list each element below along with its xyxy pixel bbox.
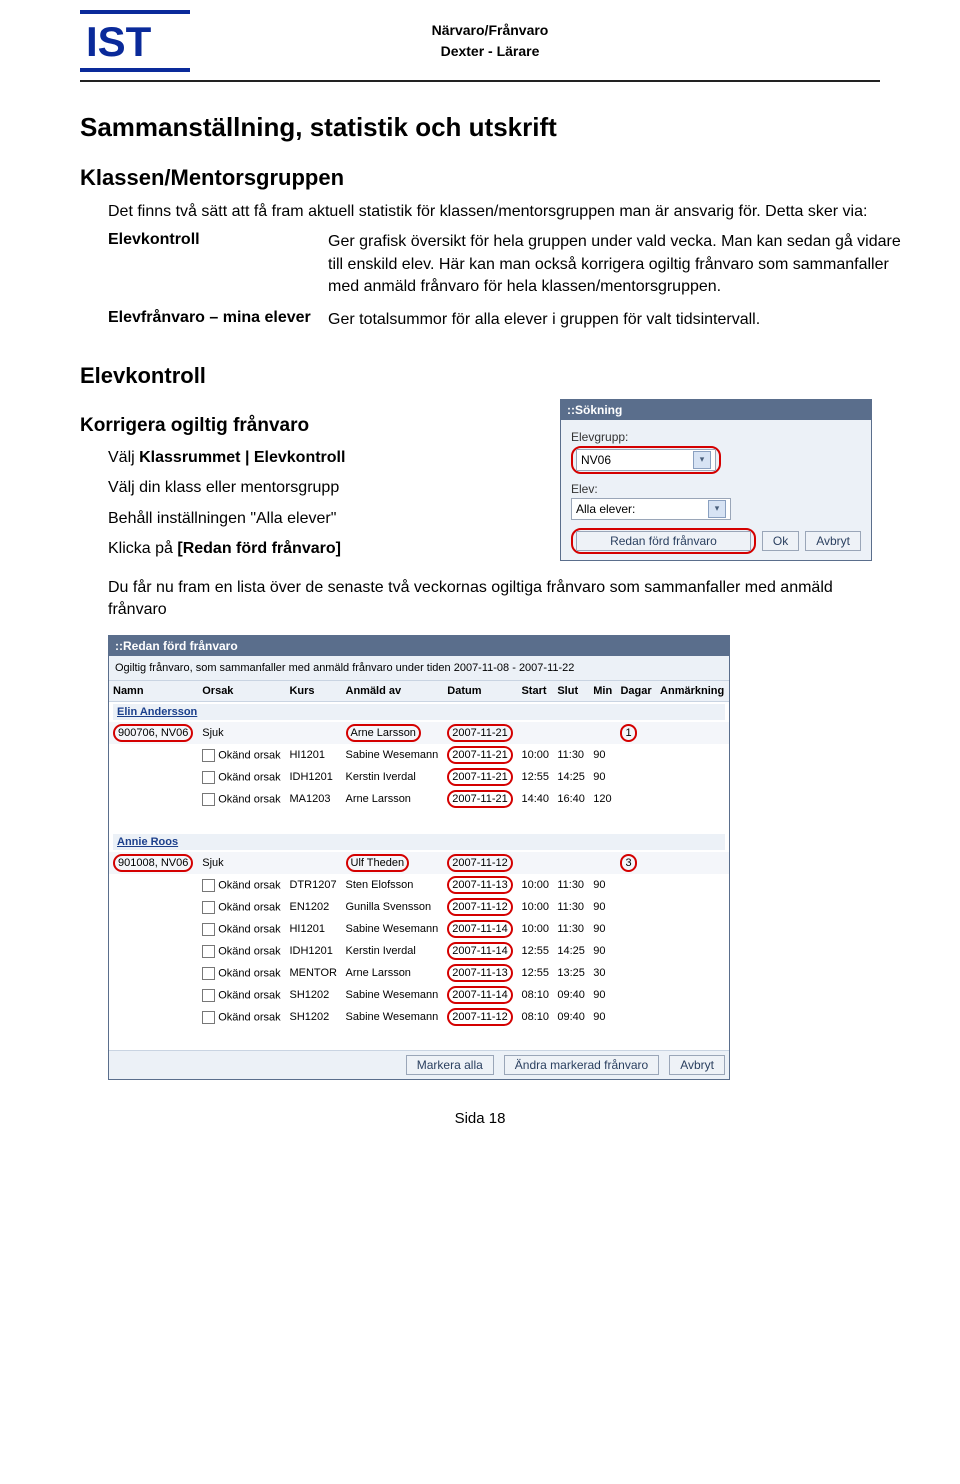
col-slut: Slut (553, 681, 589, 702)
row-checkbox[interactable] (202, 793, 215, 806)
label-elevgrupp: Elevgrupp: (571, 430, 861, 444)
h2-klassen: Klassen/Mentorsgruppen (80, 165, 880, 191)
col-namn: Namn (109, 681, 198, 702)
h2-elevkontroll: Elevkontroll (80, 363, 880, 389)
absence-summary-row: 900706, NV06SjukArne Larsson2007-11-211 (109, 722, 729, 744)
chevron-down-icon: ▾ (708, 500, 726, 518)
desc-elevfranvaro: Ger totalsummor för alla elever i gruppe… (328, 309, 908, 341)
table-row: Okänd orsakSH1202Sabine Wesemann2007-11-… (109, 1006, 729, 1028)
table-row: Okänd orsakSH1202Sabine Wesemann2007-11-… (109, 984, 729, 1006)
row-checkbox[interactable] (202, 945, 215, 958)
page-number: Sida 18 (80, 1110, 880, 1127)
page-header: IST Närvaro/Frånvaro Dexter - Lärare (80, 10, 880, 82)
h3-korrigera: Korrigera ogiltig frånvaro (80, 415, 542, 437)
btn-avbryt-panel[interactable]: Avbryt (669, 1055, 725, 1075)
step-3: Behåll inställningen "Alla elever" (108, 508, 542, 530)
table-row: Okänd orsakDTR1207Sten Elofsson2007-11-1… (109, 874, 729, 896)
row-checkbox[interactable] (202, 923, 215, 936)
table-franvaro: NamnOrsakKursAnmäld avDatumStartSlutMinD… (109, 680, 729, 1050)
student-link[interactable]: Annie Roos (113, 834, 725, 850)
col-datum: Datum (443, 681, 517, 702)
col-min: Min (589, 681, 616, 702)
row-checkbox[interactable] (202, 879, 215, 892)
table-row: Okänd orsakIDH1201Kerstin Iverdal2007-11… (109, 766, 729, 788)
table-row: Okänd orsakIDH1201Kerstin Iverdal2007-11… (109, 940, 729, 962)
panel-sokning: ::Sökning Elevgrupp: NV06 ▾ Elev: Alla e… (560, 399, 872, 561)
table-row: Okänd orsakMENTORArne Larsson2007-11-131… (109, 962, 729, 984)
step-1: Välj Klassrummet | Elevkontroll (108, 447, 542, 469)
student-link[interactable]: Elin Andersson (113, 704, 725, 720)
term-elevfranvaro: Elevfrånvaro – mina elever (108, 309, 328, 341)
header-title-1: Närvaro/Frånvaro (210, 20, 770, 41)
logo-ist: IST (80, 10, 190, 72)
svg-text:IST: IST (86, 18, 152, 65)
panel-redan-ford: ::Redan förd frånvaro Ogiltig frånvaro, … (108, 635, 730, 1080)
h1-main: Sammanställning, statistik och utskrift (80, 112, 880, 143)
col-orsak: Orsak (198, 681, 285, 702)
panel-redan-title: ::Redan förd frånvaro (109, 636, 729, 656)
absence-summary-row: 901008, NV06SjukUlf Theden2007-11-123 (109, 852, 729, 874)
header-title-2: Dexter - Lärare (210, 41, 770, 62)
col-anmäld av: Anmäld av (342, 681, 444, 702)
panel-sokning-title: ::Sökning (561, 400, 871, 420)
btn-andra-markerad[interactable]: Ändra markerad frånvaro (504, 1055, 659, 1075)
term-elevkontroll: Elevkontroll (108, 231, 328, 308)
row-checkbox[interactable] (202, 967, 215, 980)
row-checkbox[interactable] (202, 989, 215, 1002)
row-checkbox[interactable] (202, 1011, 215, 1024)
table-row: Okänd orsakHI1201Sabine Wesemann2007-11-… (109, 744, 729, 766)
desc-elevkontroll: Ger grafisk översikt för hela gruppen un… (328, 231, 908, 308)
panel-redan-note: Ogiltig frånvaro, som sammanfaller med a… (109, 656, 729, 680)
select-elev[interactable]: Alla elever: ▾ (571, 498, 731, 520)
row-checkbox[interactable] (202, 771, 215, 784)
step-4: Klicka på [Redan förd frånvaro] (108, 538, 542, 560)
row-checkbox[interactable] (202, 901, 215, 914)
btn-ok[interactable]: Ok (762, 531, 799, 551)
btn-markera-alla[interactable]: Markera alla (406, 1055, 494, 1075)
step-5: Du får nu fram en lista över de senaste … (108, 577, 880, 622)
table-row: Okänd orsakEN1202Gunilla Svensson2007-11… (109, 896, 729, 918)
col-dagar: Dagar (616, 681, 656, 702)
select-elevgrupp[interactable]: NV06 ▾ (576, 449, 716, 471)
col-kurs: Kurs (285, 681, 341, 702)
label-elev: Elev: (571, 482, 861, 496)
row-checkbox[interactable] (202, 749, 215, 762)
col-anmärkning: Anmärkning (656, 681, 729, 702)
intro-text: Det finns två sätt att få fram aktuell s… (108, 201, 880, 223)
table-row: Okänd orsakMA1203Arne Larsson2007-11-211… (109, 788, 729, 810)
btn-redan-ford[interactable]: Redan förd frånvaro (576, 531, 751, 551)
chevron-down-icon: ▾ (693, 451, 711, 469)
col-start: Start (517, 681, 553, 702)
table-row: Okänd orsakHI1201Sabine Wesemann2007-11-… (109, 918, 729, 940)
btn-avbryt[interactable]: Avbryt (805, 531, 861, 551)
step-2: Välj din klass eller mentorsgrupp (108, 477, 542, 499)
